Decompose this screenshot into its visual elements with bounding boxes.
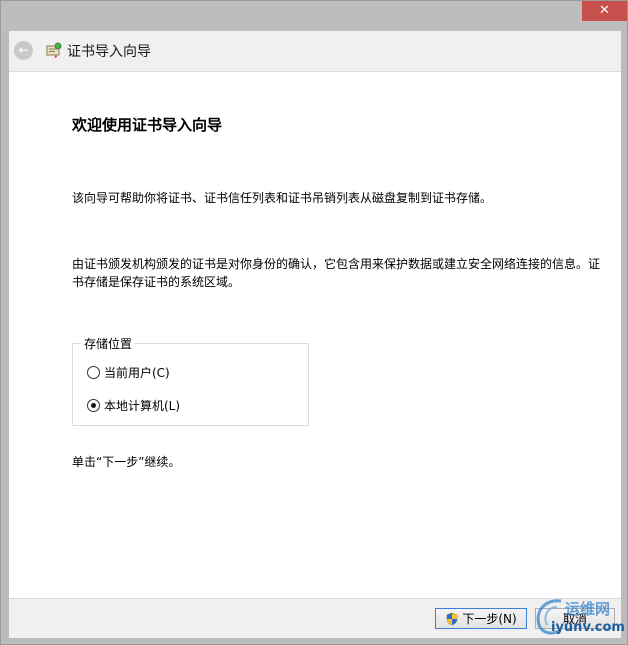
store-location-legend: 存储位置 [81, 335, 136, 352]
next-button-label: 下一步(N) [462, 612, 517, 626]
store-location-group: 存储位置 当前用户(C) 本地计算机(L) [72, 335, 309, 426]
radio-local-machine-label: 本地计算机(L) [104, 399, 181, 413]
back-button[interactable]: ← [14, 41, 33, 60]
wizard-title: 证书导入向导 [67, 44, 151, 60]
radio-current-user[interactable]: 当前用户(C) [87, 364, 170, 381]
radio-local-machine-button[interactable] [87, 399, 100, 412]
wizard-header: ← 证书导入向导 [9, 31, 621, 71]
continue-instruction: 单击“下一步”继续。 [72, 455, 181, 469]
title-bar: ✕ [1, 1, 627, 31]
watermark-brand: 运维网 [565, 600, 611, 618]
back-arrow-icon: ← [18, 43, 29, 57]
description-text: 该向导可帮助你将证书、证书信任列表和证书吊销列表从磁盘复制到证书存储。 [72, 191, 493, 205]
uac-shield-icon [447, 612, 458, 625]
close-button[interactable]: ✕ [582, 1, 627, 21]
watermark-url: iyunv.com [551, 620, 625, 635]
next-button[interactable]: 下一步(N) [435, 608, 527, 629]
radio-current-user-button[interactable] [87, 366, 100, 379]
radio-local-machine[interactable]: 本地计算机(L) [87, 397, 180, 414]
page-title: 欢迎使用证书导入向导 [72, 116, 223, 134]
watermark: 运维网 iyunv.com [529, 595, 625, 639]
wizard-content: 欢迎使用证书导入向导 该向导可帮助你将证书、证书信任列表和证书吊销列表从磁盘复制… [9, 71, 621, 598]
close-icon: ✕ [599, 3, 610, 18]
certificate-info-text: 由证书颁发机构颁发的证书是对你身份的确认，它包含用来保护数据或建立安全网络连接的… [72, 257, 601, 289]
radio-current-user-label: 当前用户(C) [104, 366, 170, 380]
certificate-icon [46, 42, 62, 58]
wizard-window: ✕ ← 证书导入向导 欢迎使用证书导入向导 该向导可帮助你将证书、证书信任列表和… [0, 0, 628, 645]
